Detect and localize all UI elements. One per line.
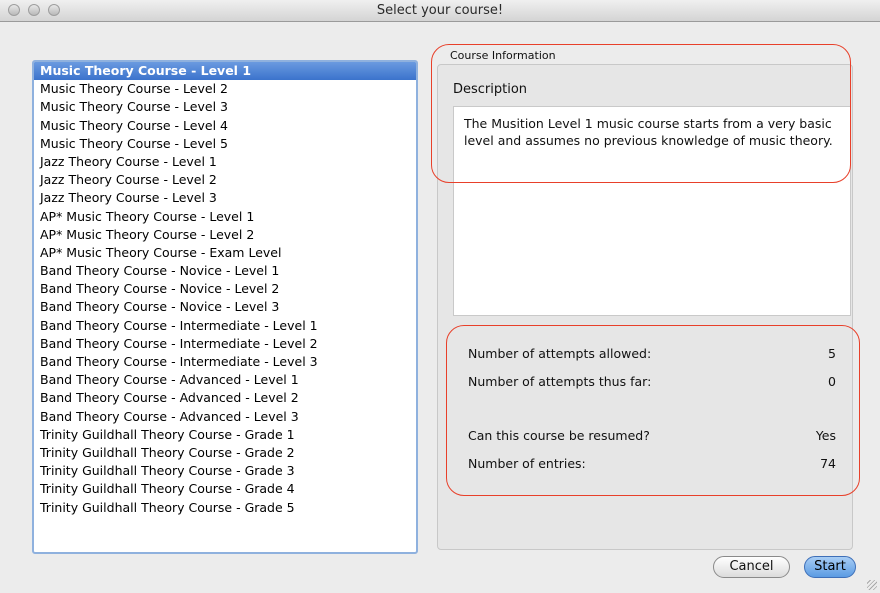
course-list-item[interactable]: Trinity Guildhall Theory Course - Grade …	[34, 462, 416, 480]
course-list-item[interactable]: Music Theory Course - Level 3	[34, 98, 416, 116]
course-list-item[interactable]: AP* Music Theory Course - Exam Level	[34, 244, 416, 262]
course-list-item[interactable]: Jazz Theory Course - Level 1	[34, 153, 416, 171]
course-list-item[interactable]: Trinity Guildhall Theory Course - Grade …	[34, 480, 416, 498]
window-title: Select your course!	[376, 3, 504, 18]
course-list-item[interactable]: Trinity Guildhall Theory Course - Grade …	[34, 444, 416, 462]
course-list[interactable]: Music Theory Course - Level 1 Music Theor…	[32, 60, 418, 554]
course-list-item[interactable]: Trinity Guildhall Theory Course - Grade …	[34, 426, 416, 444]
attempts-allowed-label: Number of attempts allowed:	[468, 346, 652, 361]
course-list-item[interactable]: Band Theory Course - Intermediate - Leve…	[34, 335, 416, 353]
course-list-item[interactable]: AP* Music Theory Course - Level 1	[34, 208, 416, 226]
dialog-body: Music Theory Course - Level 1 Music Theor…	[0, 22, 880, 593]
description-heading: Description	[453, 82, 528, 97]
course-list-item[interactable]: Band Theory Course - Intermediate - Leve…	[34, 353, 416, 371]
course-list-item[interactable]: Music Theory Course - Level 4	[34, 117, 416, 135]
course-information-title: Course Information	[448, 49, 558, 62]
entries-label: Number of entries:	[468, 456, 586, 471]
course-list-item[interactable]: Band Theory Course - Novice - Level 1	[34, 262, 416, 280]
attempts-allowed-row: Number of attempts allowed: 5	[468, 346, 836, 364]
entries-row: Number of entries: 74	[468, 456, 836, 474]
description-text: The Musition Level 1 music course starts…	[453, 106, 851, 316]
attempts-allowed-value: 5	[828, 346, 836, 361]
course-list-item[interactable]: Band Theory Course - Advanced - Level 2	[34, 389, 416, 407]
start-button[interactable]: Start	[804, 556, 856, 578]
resize-grip-icon[interactable]	[867, 580, 877, 590]
course-list-item[interactable]: Music Theory Course - Level 2	[34, 80, 416, 98]
course-list-item[interactable]: Trinity Guildhall Theory Course - Grade …	[34, 499, 416, 517]
course-list-item[interactable]: Music Theory Course - Level 5	[34, 135, 416, 153]
attempts-so-far-value: 0	[828, 374, 836, 389]
resumable-label: Can this course be resumed?	[468, 428, 650, 443]
course-list-item[interactable]: Music Theory Course - Level 1	[34, 62, 416, 81]
title-bar: Select your course!	[0, 0, 880, 22]
course-list-item[interactable]: AP* Music Theory Course - Level 2	[34, 226, 416, 244]
course-list-item[interactable]: Band Theory Course - Advanced - Level 1	[34, 371, 416, 389]
resumable-row: Can this course be resumed? Yes	[468, 428, 836, 446]
course-list-item[interactable]: Jazz Theory Course - Level 2	[34, 171, 416, 189]
attempts-so-far-row: Number of attempts thus far: 0	[468, 374, 836, 392]
entries-value: 74	[820, 456, 836, 471]
cancel-button[interactable]: Cancel	[713, 556, 790, 578]
course-list-item[interactable]: Band Theory Course - Novice - Level 2	[34, 280, 416, 298]
course-list-item[interactable]: Band Theory Course - Intermediate - Leve…	[34, 317, 416, 335]
course-list-item[interactable]: Band Theory Course - Novice - Level 3	[34, 298, 416, 316]
course-list-item[interactable]: Jazz Theory Course - Level 3	[34, 189, 416, 207]
attempts-so-far-label: Number of attempts thus far:	[468, 374, 652, 389]
course-list-item[interactable]: Band Theory Course - Advanced - Level 3	[34, 408, 416, 426]
resumable-value: Yes	[815, 428, 836, 443]
